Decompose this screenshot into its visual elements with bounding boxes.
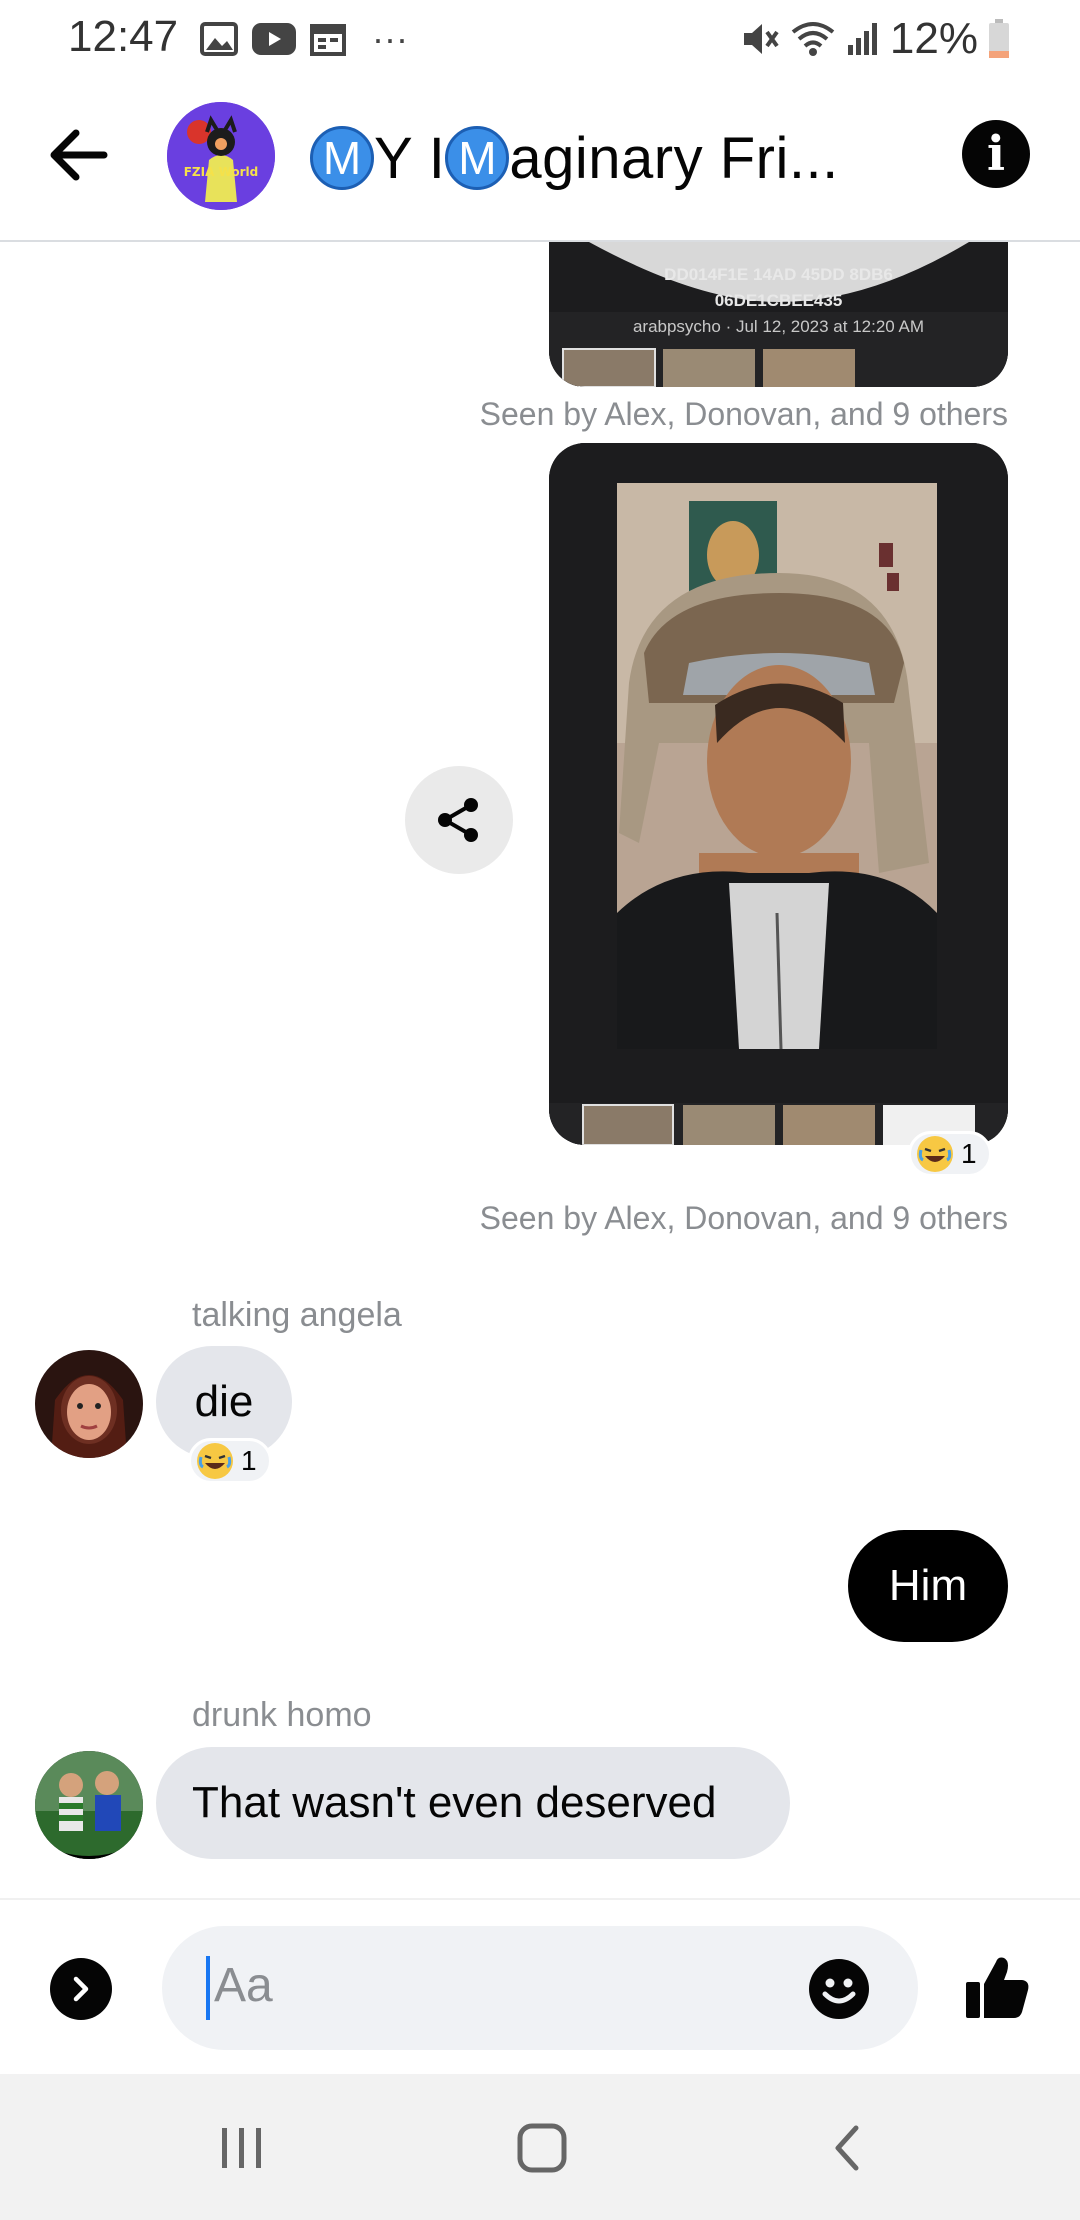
- battery-icon: [989, 19, 1009, 58]
- home-button[interactable]: [512, 2118, 572, 2178]
- seen-receipt-1: Seen by Alex, Donovan, and 9 others: [479, 396, 1008, 432]
- title-text-part2: aginary Fri...: [509, 125, 839, 191]
- group-avatar[interactable]: FZIA World: [167, 102, 275, 210]
- share-button[interactable]: [405, 766, 513, 874]
- back-button[interactable]: [44, 120, 124, 200]
- sender-name-drunk-homo: drunk homo: [192, 1696, 372, 1734]
- laughing-emoji-icon: [197, 1443, 233, 1479]
- signal-icon: [847, 23, 877, 55]
- message-list[interactable]: DD014F1E 14AD 45DD 8DB6 06DE1CBEE435 ara…: [0, 242, 1080, 1898]
- image-2-content: [549, 443, 1008, 1145]
- system-back-button[interactable]: [818, 2118, 878, 2178]
- info-button[interactable]: i: [962, 120, 1030, 188]
- status-bar: 12:47 ··· 12%: [0, 0, 1080, 78]
- composer-bar: Aa: [0, 1898, 1080, 2074]
- mute-icon: [743, 24, 779, 54]
- home-icon: [517, 2123, 567, 2173]
- title-badge-m-2: M: [445, 126, 510, 190]
- reaction-count: 1: [961, 1138, 977, 1169]
- svg-text:FZIA World: FZIA World: [184, 165, 259, 179]
- share-icon: [438, 798, 478, 842]
- system-nav-bar: [0, 2074, 1080, 2220]
- reaction-count: 1: [241, 1445, 257, 1476]
- youtube-icon: [252, 23, 296, 55]
- reaction-badge-die[interactable]: 1: [188, 1438, 272, 1484]
- battery-percent: 12%: [889, 14, 978, 63]
- text-caret: [206, 1956, 210, 2020]
- message-input[interactable]: Aa: [162, 1926, 918, 2050]
- sender-name-talking-angela: talking angela: [192, 1296, 402, 1334]
- calendar-icon: [310, 24, 346, 56]
- message-text: Him: [888, 1561, 968, 1610]
- expand-actions-button[interactable]: [50, 1958, 112, 2020]
- recent-apps-button[interactable]: [212, 2118, 272, 2178]
- caption-line-1: DD014F1E 14AD 45DD 8DB6: [664, 265, 893, 284]
- message-input-placeholder: Aa: [214, 1959, 273, 2012]
- smiley-icon: [809, 1959, 869, 2019]
- avatar-talking-angela[interactable]: [35, 1350, 143, 1458]
- laughing-emoji-icon: [917, 1136, 953, 1172]
- arrow-left-icon: [50, 129, 108, 181]
- image-message-1[interactable]: DD014F1E 14AD 45DD 8DB6 06DE1CBEE435 ara…: [549, 242, 1008, 387]
- message-text: That wasn't even deserved: [192, 1778, 717, 1827]
- message-text: die: [194, 1377, 254, 1426]
- image-1-caption: DD014F1E 14AD 45DD 8DB6 06DE1CBEE435 ara…: [549, 262, 1008, 340]
- avatar-image: [35, 1350, 143, 1458]
- more-notifications-icon: ···: [372, 18, 408, 59]
- image-message-2[interactable]: [549, 443, 1008, 1145]
- conversation-header: FZIA World M Y I M aginary Fri... i: [0, 78, 1080, 242]
- title-text-part1: Y I: [374, 125, 446, 191]
- caption-line-3: arabpsycho · Jul 12, 2023 at 12:20 AM: [632, 317, 925, 336]
- thumbs-up-icon: [966, 1957, 1029, 2018]
- notification-icons: ···: [200, 18, 408, 60]
- recent-apps-icon: [222, 2128, 261, 2168]
- avatar-image: [35, 1751, 143, 1859]
- seen-receipt-2: Seen by Alex, Donovan, and 9 others: [479, 1200, 1008, 1236]
- status-time: 12:47: [68, 12, 179, 61]
- chevron-right-icon: [73, 1976, 89, 2002]
- title-badge-m: M: [310, 126, 374, 190]
- avatar-drunk-homo[interactable]: [35, 1751, 143, 1859]
- gallery-icon: [200, 22, 238, 56]
- chevron-left-icon: [835, 2125, 859, 2171]
- conversation-title[interactable]: M Y I M aginary Fri...: [310, 118, 839, 198]
- wifi-icon: [791, 22, 835, 56]
- caption-line-2: 06DE1CBEE435: [714, 291, 843, 310]
- reaction-badge-image2[interactable]: 1: [908, 1131, 992, 1177]
- info-icon: i: [986, 126, 1006, 182]
- group-avatar-image: FZIA World: [167, 102, 275, 210]
- message-bubble-deserved[interactable]: That wasn't even deserved: [156, 1747, 790, 1859]
- message-bubble-him[interactable]: Him: [848, 1530, 1008, 1642]
- emoji-button[interactable]: [808, 1958, 870, 2020]
- like-button[interactable]: [962, 1952, 1032, 2022]
- system-icons: 12%: [740, 14, 1010, 64]
